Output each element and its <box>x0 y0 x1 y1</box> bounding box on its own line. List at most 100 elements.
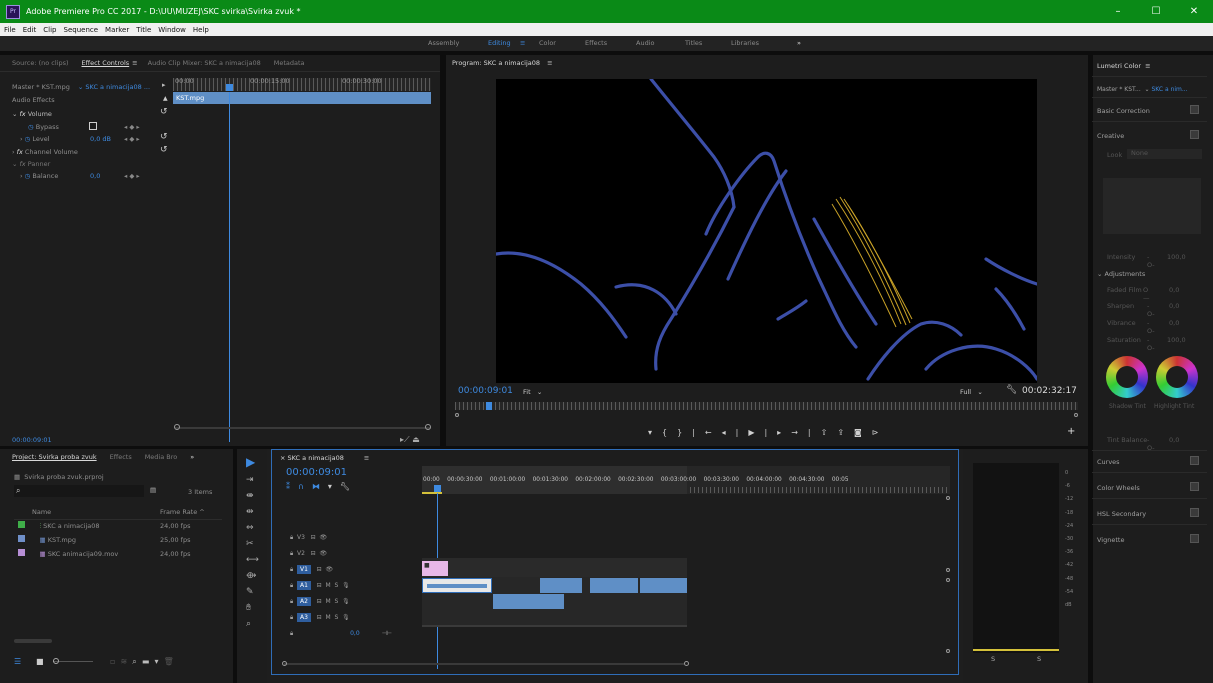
play-icon[interactable]: ▶ <box>748 428 764 437</box>
collapse-icon[interactable]: ▲ <box>163 95 168 102</box>
timeline-horizontal-scrollbar[interactable] <box>284 663 684 665</box>
effect-controls-clip-bar[interactable] <box>173 92 431 104</box>
workspace-titles[interactable]: Titles <box>685 39 702 47</box>
audio-clip-a1[interactable] <box>540 578 582 593</box>
creative-checkbox[interactable] <box>1190 130 1199 139</box>
sequence-clip-dropdown[interactable]: ⌄ SKC a nimacija08 ... <box>78 83 150 91</box>
track-a3-header[interactable]: 🔒︎ A3 ⊟ M S 🎙︎ <box>290 613 350 622</box>
track-v2-header[interactable]: 🔒︎ V2 ⊟ 👁︎ <box>290 550 327 558</box>
workspace-audio[interactable]: Audio <box>636 39 654 47</box>
menu-title[interactable]: Title <box>136 26 151 34</box>
adjustments-section[interactable]: ⌄ Adjustments <box>1097 270 1145 278</box>
ec-zoom-handle-left[interactable] <box>174 424 180 430</box>
mark-out-icon[interactable]: } <box>677 428 692 437</box>
project-more-icon[interactable]: » <box>190 453 194 461</box>
slip-tool-icon[interactable]: ⟷ <box>246 555 259 565</box>
workspace-more-icon[interactable]: » <box>797 39 801 47</box>
menu-help[interactable]: Help <box>193 26 209 34</box>
rolling-edit-tool-icon[interactable]: ⇹ <box>246 507 254 517</box>
list-item[interactable]: ▦ SKC animacija09.mov <box>18 549 118 558</box>
balance-value[interactable]: 0,0 <box>90 172 100 180</box>
menu-edit[interactable]: Edit <box>23 26 37 34</box>
mark-in-icon[interactable]: { <box>662 428 677 437</box>
color-wheels-section[interactable]: Color Wheels <box>1097 484 1140 492</box>
master-track-header[interactable]: 🔒︎ 0,0 ⊣⊢ <box>290 630 392 638</box>
workspace-effects[interactable]: Effects <box>585 39 607 47</box>
label-color-swatch[interactable] <box>18 521 25 528</box>
timeline-menu-icon[interactable]: ≡ <box>364 454 369 462</box>
tab-media-browser[interactable]: Media Bro <box>145 453 178 461</box>
zoom-tool-icon[interactable]: ⌕ <box>246 619 251 629</box>
go-to-out-icon[interactable]: →| <box>791 428 820 437</box>
program-zoom-handle-right[interactable] <box>1074 413 1078 417</box>
track-v3-header[interactable]: 🔒︎ V3 ⊟ 👁︎ <box>290 534 327 542</box>
track-zoom-handle[interactable] <box>946 578 950 582</box>
menu-clip[interactable]: Clip <box>43 26 56 34</box>
workspace-libraries[interactable]: Libraries <box>731 39 759 47</box>
audio-clip-a1-selected[interactable] <box>422 578 492 593</box>
reset-level-icon[interactable]: ↺ <box>160 132 168 142</box>
highlight-tint-wheel[interactable] <box>1156 356 1198 398</box>
look-preview[interactable] <box>1103 178 1201 234</box>
solo-right-button[interactable]: S <box>1037 655 1041 663</box>
lumetri-clip-selector[interactable]: Master * KST... ⌄ SKC a nim... <box>1097 86 1188 93</box>
bypass-keyframe-nav[interactable]: ◂ ◆ ▸ <box>124 123 140 131</box>
vignette-checkbox[interactable] <box>1190 534 1199 543</box>
tab-effects[interactable]: Effects <box>110 453 132 461</box>
clear-icon[interactable]: 🗑︎ <box>164 657 174 666</box>
track-zoom-handle[interactable] <box>946 496 950 500</box>
project-scrollbar[interactable] <box>14 639 52 643</box>
rate-stretch-tool-icon[interactable]: ⇔ <box>246 523 254 533</box>
play-triangle-icon[interactable]: ▸ <box>162 81 166 89</box>
selection-tool-icon[interactable]: ▶ <box>246 455 255 469</box>
settings-wrench-icon[interactable]: 🔧︎ <box>340 482 358 491</box>
new-item-icon[interactable]: ▾ <box>155 657 159 666</box>
level-keyframe-nav[interactable]: ◂ ◆ ▸ <box>124 135 140 143</box>
audio-clip-a1[interactable] <box>590 578 638 593</box>
scroll-handle-left[interactable] <box>282 661 287 666</box>
workspace-color[interactable]: Color <box>539 39 556 47</box>
track-zoom-handle[interactable] <box>946 568 950 572</box>
close-button[interactable]: ✕ <box>1175 0 1213 23</box>
curves-section[interactable]: Curves <box>1097 458 1120 466</box>
minimize-button[interactable]: – <box>1099 0 1137 23</box>
filter-icon[interactable]: ▸⟋ ⏏ <box>400 435 420 445</box>
maximize-button[interactable]: ☐ <box>1137 0 1175 23</box>
bin-icon[interactable]: ▤ <box>150 486 156 494</box>
hsl-secondary-checkbox[interactable] <box>1190 508 1199 517</box>
step-back-icon[interactable]: ◂| <box>722 428 749 437</box>
audio-clip-a2[interactable] <box>493 594 564 609</box>
hand-tool-icon[interactable]: ✋︎ <box>246 603 251 613</box>
playhead-handle[interactable] <box>226 84 233 91</box>
look-dropdown[interactable]: None <box>1127 149 1202 159</box>
tab-metadata[interactable]: Metadata <box>274 59 305 67</box>
ec-zoom-scrollbar[interactable] <box>175 427 431 429</box>
workspace-editing[interactable]: Editing <box>488 39 511 47</box>
col-framerate-header[interactable]: Frame Rate ^ <box>160 508 205 516</box>
tint-balance-row[interactable]: Tint Balance -O- 0,0 <box>1107 436 1179 452</box>
snap-icon[interactable]: ∩ <box>298 482 312 491</box>
tab-audio-clip-mixer[interactable]: Audio Clip Mixer: SKC a nimacija08 <box>148 59 261 67</box>
icon-view-icon[interactable]: ■ <box>36 657 44 666</box>
program-menu-icon[interactable]: ≡ <box>547 59 552 67</box>
track-select-tool-icon[interactable]: ⇥ <box>246 475 254 485</box>
fx-channel-volume-row[interactable]: › fx Channel Volume <box>12 148 78 156</box>
list-view-icon[interactable]: ☰ <box>14 657 21 666</box>
list-item[interactable]: ⫶ SKC a nimacija08 <box>18 521 100 531</box>
fx-volume-row[interactable]: ⌄ fx Volume <box>12 110 52 118</box>
find-icon[interactable]: ⌕ <box>132 657 136 666</box>
slide-tool-icon[interactable]: ⟴ <box>246 571 256 581</box>
lumetri-title[interactable]: Lumetri Color ≡ <box>1097 62 1151 70</box>
program-timecode[interactable]: 00:00:09:01 <box>458 386 513 396</box>
saturation-row[interactable]: Saturation -O- 100,0 <box>1107 336 1186 352</box>
list-item[interactable]: ▦ KST.mpg <box>18 535 76 544</box>
master-end-icon[interactable]: ⊣⊢ <box>382 630 392 637</box>
menu-window[interactable]: Window <box>158 26 186 34</box>
add-marker-icon[interactable]: ▾ <box>328 482 340 491</box>
hsl-secondary-section[interactable]: HSL Secondary <box>1097 510 1146 518</box>
balance-keyframe-nav[interactable]: ◂ ◆ ▸ <box>124 172 140 180</box>
menu-marker[interactable]: Marker <box>105 26 129 34</box>
program-video-frame[interactable] <box>494 77 1039 383</box>
extract-icon[interactable]: ⇪ <box>837 428 854 437</box>
reset-channel-icon[interactable]: ↺ <box>160 145 168 155</box>
